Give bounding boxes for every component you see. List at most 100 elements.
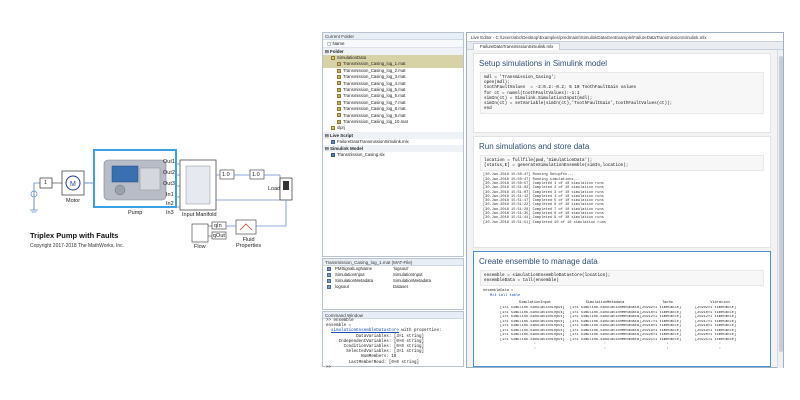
code-line[interactable]: ensembleData = tall(ensemble) [484, 278, 760, 283]
folder-icon [331, 55, 335, 60]
table-cell: : [533, 346, 537, 351]
folder-label: SimulationData [337, 55, 367, 60]
live-script-section-label: Live Script [330, 132, 354, 138]
file-label: Transmission_Casing.slx [337, 152, 385, 158]
section-title: Setup simulations in Simulink model [479, 59, 608, 68]
folder-icon [331, 126, 335, 131]
qin-label: qIn [214, 223, 222, 229]
details-title: Transmission_Casing_log_1.mat (MAT-File) [323, 259, 463, 266]
command-window-title: Command Window [323, 312, 463, 319]
details-table: PMSignalLogName'logsout' SimulationInput S… [323, 266, 463, 290]
file-label: Transmission_Casing_log_6.mat [343, 93, 406, 99]
folder-slprj[interactable]: slprj [323, 125, 463, 131]
section-title: Run simulations and store data [479, 142, 590, 151]
diagram-title: Triplex Pump with Faults [30, 231, 119, 240]
live-editor-titlebar: Live Editor - C:\Users\abc\Desktop\Examp… [467, 33, 783, 42]
file-label: Transmission_Casing_log_5.mat [343, 86, 406, 92]
command-output[interactable]: >> ensemble ensemble = simulationEnsemble… [323, 319, 463, 371]
ensemble-table: SimulationInput SimulationMetadata Tacho Vi… [500, 300, 770, 351]
mat-file-icon [337, 106, 341, 111]
live-section-ensemble[interactable]: Create ensemble to manage data ensemble … [473, 251, 771, 367]
table-cell: : [718, 346, 722, 351]
load-label: Load [268, 186, 281, 192]
output-line: [30-Jan-2018 15:51:51] Completed 10 of 1… [483, 220, 606, 225]
live-editor-window: Live Editor - C:\Users\abc\Desktop\Examp… [466, 32, 784, 368]
mat-file-icon [337, 119, 341, 124]
table-cell: : [666, 346, 669, 351]
class-link[interactable]: simulationEnsembleDatastore [331, 329, 399, 333]
constant-label: 1 [44, 180, 48, 186]
motor-label: Motor [66, 198, 81, 204]
name-column-header[interactable]: ▢ Name [323, 40, 463, 48]
model-section-header[interactable]: ⊟ Simulink Model [323, 145, 463, 153]
scrollbar-thumb[interactable] [779, 56, 783, 352]
vertical-scrollbar[interactable] [777, 50, 783, 368]
current-folder-panel: Current Folder ▢ Name ⊟ Folder Simulatio… [322, 32, 464, 257]
simulink-model-icon [331, 152, 335, 157]
code-block[interactable]: location = fullfile(pwd,'SimulationData'… [480, 155, 764, 172]
tab-failuredata-mlx[interactable]: FailureDataTransmissionSimulink.mlx [473, 43, 561, 50]
port-out2: Out2 [163, 170, 175, 176]
folder-label: slprj [337, 125, 345, 131]
current-folder-title: Current Folder [323, 33, 463, 40]
file-label: Transmission_Casing_log_2.mat [343, 67, 406, 73]
port-out1: Out1 [163, 159, 175, 165]
live-section-run[interactable]: Run simulations and store data location … [473, 136, 771, 248]
diagram-canvas: M [30, 149, 293, 243]
file-label: Transmission_Casing_log_7.mat [343, 99, 406, 105]
mat-file-icon [337, 94, 341, 99]
port-out3: Out3 [163, 181, 175, 187]
mat-file-icon [337, 62, 341, 67]
live-editor-tabbar: FailureDataTransmissionSimulink.mlx [467, 42, 783, 50]
mat-file-icon [337, 75, 341, 80]
live-section-setup[interactable]: Setup simulations in Simulink model mdl … [473, 53, 771, 133]
variable-value: Dataset [393, 284, 408, 289]
variable-icon [323, 284, 335, 290]
variable-name[interactable]: logsout [335, 284, 393, 290]
fluid-properties-label: Fluid Properties [236, 237, 262, 249]
file-label: Transmission_Casing_log_3.mat [343, 74, 406, 80]
file-label: FailureDataTransmissionSimulink.mlx [337, 138, 409, 144]
file-label: Transmission_Casing_log_8.mat [343, 106, 406, 112]
qout-label: qOut [213, 233, 225, 239]
model-file[interactable]: Transmission_Casing.slx [323, 152, 463, 158]
file-label: Transmission_Casing_log_10.mat [343, 118, 408, 124]
port-in1: In1 [166, 192, 174, 198]
gain1-label: 1.0 [222, 172, 230, 178]
svg-text:M: M [70, 181, 76, 188]
command-line: >> [326, 365, 334, 370]
flow-label: Flow [194, 244, 206, 250]
file-label: Transmission_Casing_log_1.mat [343, 61, 406, 67]
mat-file-icon [337, 68, 341, 73]
run-output: [30-Jan-2018 15:50:47] Running SetupFcn.… [474, 173, 770, 225]
section-title: Create ensemble to manage data [479, 257, 598, 266]
table-cell: : [603, 346, 607, 351]
table-size-label: M×4 tall table [490, 293, 521, 298]
live-script-section-header[interactable]: ⊟ Live Script [323, 131, 463, 139]
folder-section-label: Folder [330, 49, 344, 54]
table-row: :::: [500, 347, 770, 352]
port-in2: In2 [166, 201, 174, 207]
details-panel: Transmission_Casing_log_1.mat (MAT-File)… [322, 258, 464, 310]
input-manifold-label: Input Manifold [182, 212, 217, 218]
file-list: Transmission_Casing_log_1.mat Transmissio… [323, 61, 463, 125]
mat-file-icon [337, 81, 341, 86]
simulink-diagram[interactable]: M 1 Motor Pump Out1 Out2 Out3 In1 In2 In… [0, 0, 316, 400]
mat-file-icon [337, 113, 341, 118]
file-label: Transmission_Casing_log_4.mat [343, 80, 406, 86]
command-window[interactable]: Command Window >> ensemble ensemble = sim… [322, 311, 464, 370]
model-section-label: Simulink Model [330, 146, 364, 152]
code-block[interactable]: mdl = 'Transmission_Casing'; open(mdl); to… [480, 72, 764, 115]
port-in3: In3 [166, 210, 174, 216]
pump-label: Pump [128, 210, 143, 216]
code-block[interactable]: ensemble = simulationEnsembleDatastore(l… [480, 270, 764, 287]
mat-file-icon [337, 100, 341, 105]
mat-file-icon [337, 87, 341, 92]
live-script-file[interactable]: FailureDataTransmissionSimulink.mlx [323, 139, 463, 145]
live-script-icon [331, 139, 335, 144]
gain2-label: 1.0 [252, 172, 260, 178]
code-line[interactable]: [status,E] = generateSimulationEnsemble(… [484, 163, 760, 168]
diagram-copyright: Copyright 2017-2018 The MathWorks, Inc. [30, 243, 125, 249]
folder-section-header[interactable]: ⊟ Folder [323, 48, 463, 55]
code-line[interactable]: end [484, 106, 760, 111]
